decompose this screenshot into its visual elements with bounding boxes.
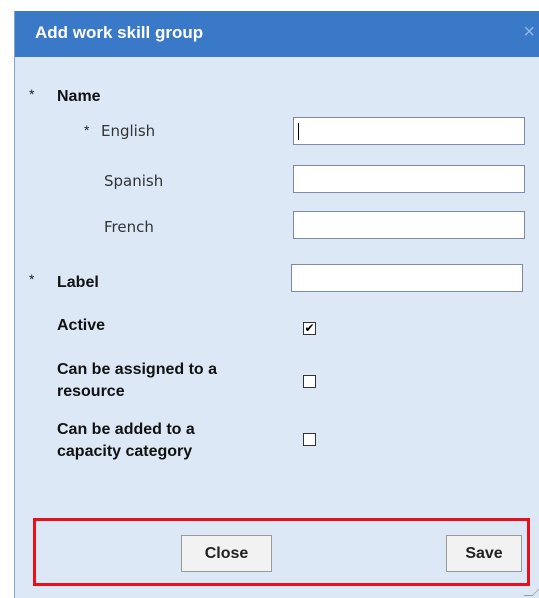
active-label: Active	[57, 317, 106, 334]
capacity-label-line2: capacity category	[57, 443, 193, 460]
capacity-label-line1: Can be added to a	[57, 421, 195, 438]
name-label: Name	[57, 88, 101, 105]
required-marker: *	[29, 271, 35, 287]
label-input[interactable]	[291, 264, 523, 292]
french-name-input[interactable]	[293, 211, 525, 239]
assignable-label-line1: Can be assigned to a	[57, 361, 218, 378]
label-label: Label	[57, 274, 99, 291]
close-icon[interactable]: ×	[523, 21, 535, 44]
assignable-label-line2: resource	[57, 383, 125, 400]
assignable-checkbox[interactable]	[303, 375, 316, 388]
save-button[interactable]: Save	[446, 535, 522, 572]
dialog-titlebar: Add work skill group ×	[15, 11, 539, 57]
required-marker: *	[84, 122, 90, 138]
french-label: French	[104, 218, 154, 236]
close-button[interactable]: Close	[181, 535, 272, 572]
required-marker: *	[29, 86, 35, 102]
active-checkbox[interactable]: ✔	[303, 322, 316, 335]
capacity-checkbox[interactable]	[303, 433, 316, 446]
dialog-title: Add work skill group	[35, 23, 204, 42]
english-label: English	[101, 122, 156, 140]
english-name-input[interactable]	[293, 117, 525, 145]
text-caret	[298, 123, 299, 140]
spanish-name-input[interactable]	[293, 165, 525, 193]
spanish-label: Spanish	[104, 172, 164, 190]
